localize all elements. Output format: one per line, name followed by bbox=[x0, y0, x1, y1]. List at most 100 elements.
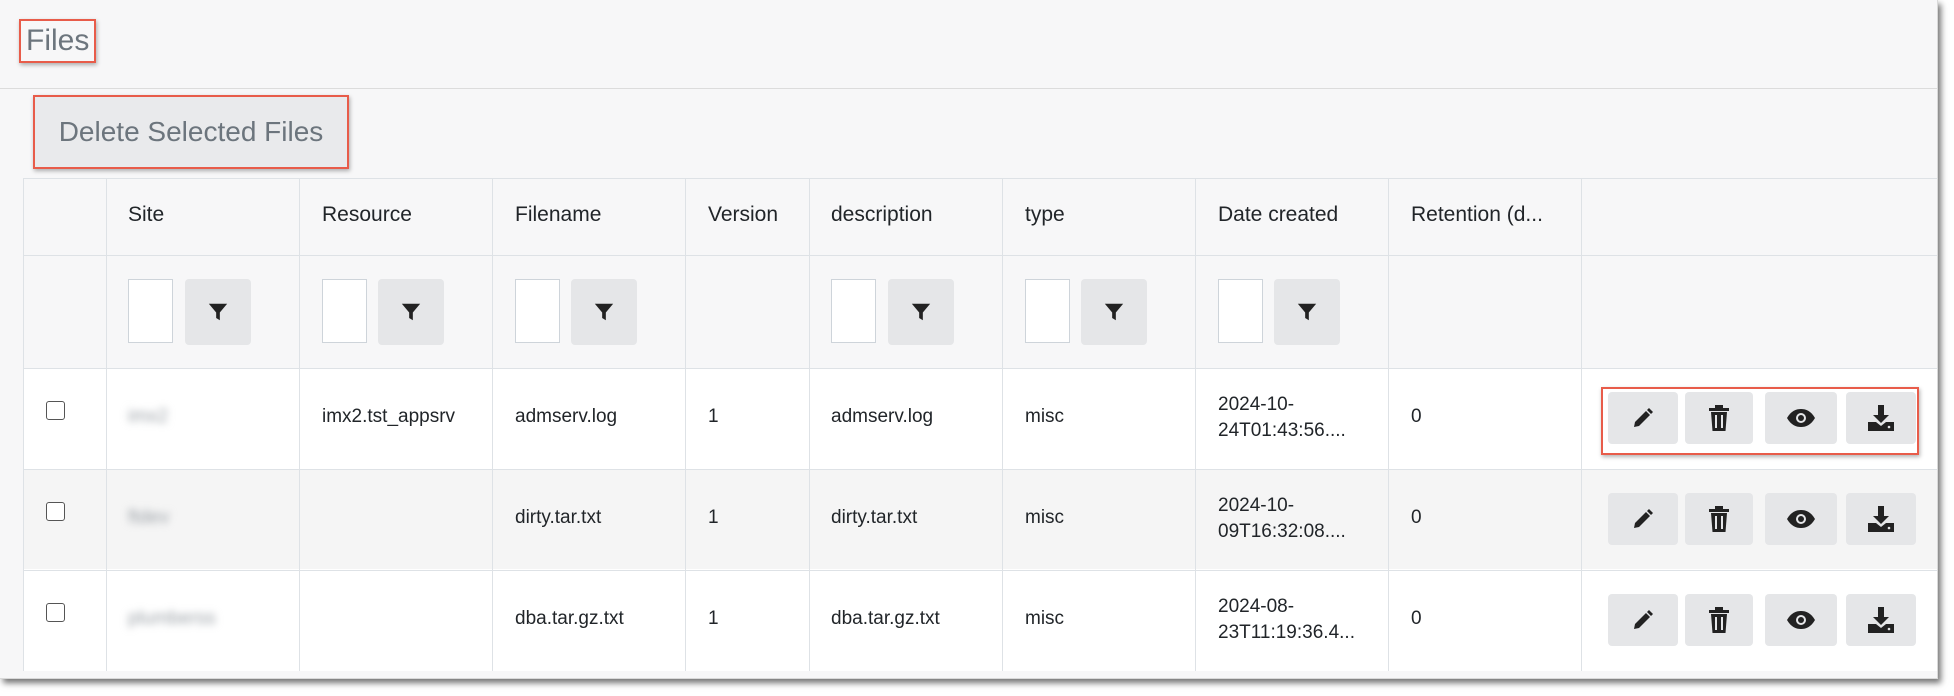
files-table: Site Resource Filename Version descripti… bbox=[23, 178, 1937, 671]
description-filter-input[interactable] bbox=[831, 279, 876, 343]
view-button[interactable] bbox=[1765, 392, 1837, 444]
type-filter-button[interactable] bbox=[1081, 279, 1147, 345]
date-created-cell: 2024-10- 24T01:43:56.... bbox=[1218, 392, 1368, 444]
date-line: 2024-08- bbox=[1218, 596, 1295, 617]
divider bbox=[24, 469, 1937, 470]
row-select-checkbox[interactable] bbox=[46, 603, 65, 622]
description-filter-button[interactable] bbox=[888, 279, 954, 345]
divider bbox=[492, 179, 493, 671]
retention-cell: 0 bbox=[1411, 507, 1422, 528]
divider bbox=[24, 368, 1937, 369]
delete-button[interactable] bbox=[1685, 594, 1753, 646]
resource-filter-button[interactable] bbox=[378, 279, 444, 345]
site-cell: imx2 bbox=[128, 406, 169, 427]
column-header-site[interactable]: Site bbox=[128, 203, 164, 227]
type-filter-input[interactable] bbox=[1025, 279, 1070, 343]
divider bbox=[1002, 179, 1003, 671]
resource-filter-input[interactable] bbox=[322, 279, 367, 343]
download-button[interactable] bbox=[1846, 493, 1916, 545]
site-cell: plumberss bbox=[128, 608, 216, 629]
column-header-description[interactable]: description bbox=[831, 203, 933, 227]
pencil-icon bbox=[1631, 507, 1655, 531]
delete-button[interactable] bbox=[1685, 493, 1753, 545]
divider bbox=[24, 570, 1937, 571]
filename-cell: admserv.log bbox=[515, 406, 618, 427]
pencil-icon bbox=[1631, 608, 1655, 632]
date-created-filter-input[interactable] bbox=[1218, 279, 1263, 343]
page-header: Files bbox=[0, 0, 1937, 89]
date-line: 09T16:32:08.... bbox=[1218, 521, 1346, 542]
row-select-checkbox[interactable] bbox=[46, 401, 65, 420]
download-icon bbox=[1867, 506, 1895, 532]
view-button[interactable] bbox=[1765, 594, 1837, 646]
divider bbox=[24, 255, 1937, 256]
divider bbox=[299, 179, 300, 671]
filename-cell: dirty.tar.txt bbox=[515, 507, 602, 528]
row-select-checkbox[interactable] bbox=[46, 502, 65, 521]
filter-icon bbox=[1103, 301, 1125, 323]
filter-icon bbox=[593, 301, 615, 323]
edit-button[interactable] bbox=[1608, 493, 1678, 545]
edit-button[interactable] bbox=[1608, 594, 1678, 646]
filter-icon bbox=[400, 301, 422, 323]
page-title: Files bbox=[19, 19, 97, 63]
eye-icon bbox=[1786, 509, 1816, 529]
divider bbox=[1388, 179, 1389, 671]
divider bbox=[809, 179, 810, 671]
date-created-filter-button[interactable] bbox=[1274, 279, 1340, 345]
column-header-date-created[interactable]: Date created bbox=[1218, 203, 1338, 227]
type-cell: misc bbox=[1025, 406, 1065, 427]
eye-icon bbox=[1786, 610, 1816, 630]
date-line: 23T11:19:36.4... bbox=[1218, 622, 1355, 643]
download-icon bbox=[1867, 405, 1895, 431]
version-cell: 1 bbox=[708, 608, 719, 629]
date-line: 2024-10- bbox=[1218, 394, 1295, 415]
filename-cell: dba.tar.gz.txt bbox=[515, 608, 624, 629]
filter-icon bbox=[910, 301, 932, 323]
column-header-filename[interactable]: Filename bbox=[515, 203, 601, 227]
column-header-resource[interactable]: Resource bbox=[322, 203, 412, 227]
type-cell: misc bbox=[1025, 507, 1065, 528]
pencil-icon bbox=[1631, 406, 1655, 430]
site-filter-input[interactable] bbox=[128, 279, 173, 343]
filename-filter-input[interactable] bbox=[515, 279, 560, 343]
retention-cell: 0 bbox=[1411, 406, 1422, 427]
column-header-version[interactable]: Version bbox=[708, 203, 778, 227]
site-filter-button[interactable] bbox=[185, 279, 251, 345]
filename-filter-button[interactable] bbox=[571, 279, 637, 345]
description-cell: admserv.log bbox=[831, 406, 934, 427]
view-button[interactable] bbox=[1765, 493, 1837, 545]
trash-icon bbox=[1708, 405, 1730, 431]
date-line: 24T01:43:56.... bbox=[1218, 420, 1346, 441]
description-cell: dirty.tar.txt bbox=[831, 507, 918, 528]
column-header-retention[interactable]: Retention (d... bbox=[1411, 203, 1543, 227]
resource-cell: imx2.tst_appsrv bbox=[322, 406, 456, 427]
table-row: imx2 imx2.tst_appsrv admserv.log 1 admse… bbox=[24, 368, 1937, 468]
retention-cell: 0 bbox=[1411, 608, 1422, 629]
delete-button[interactable] bbox=[1685, 392, 1753, 444]
eye-icon bbox=[1786, 408, 1816, 428]
description-cell: dba.tar.gz.txt bbox=[831, 608, 940, 629]
divider bbox=[1581, 179, 1582, 671]
download-icon bbox=[1867, 607, 1895, 633]
filter-icon bbox=[1296, 301, 1318, 323]
filter-icon bbox=[207, 301, 229, 323]
edit-button[interactable] bbox=[1608, 392, 1678, 444]
table-header-row: Site Resource Filename Version descripti… bbox=[24, 179, 1937, 255]
column-header-type[interactable]: type bbox=[1025, 203, 1065, 227]
date-created-cell: 2024-10- 09T16:32:08.... bbox=[1218, 493, 1368, 545]
divider bbox=[685, 179, 686, 671]
files-panel: Files Delete Selected Files Site Resourc… bbox=[0, 0, 1938, 679]
version-cell: 1 bbox=[708, 406, 719, 427]
version-cell: 1 bbox=[708, 507, 719, 528]
date-created-cell: 2024-08- 23T11:19:36.4... bbox=[1218, 594, 1368, 646]
table-row: ftdev dirty.tar.txt 1 dirty.tar.txt misc… bbox=[24, 469, 1937, 569]
divider bbox=[1195, 179, 1196, 671]
download-button[interactable] bbox=[1846, 594, 1916, 646]
trash-icon bbox=[1708, 607, 1730, 633]
table-filter-row bbox=[24, 255, 1937, 368]
download-button[interactable] bbox=[1846, 392, 1916, 444]
site-cell: ftdev bbox=[128, 507, 170, 528]
delete-selected-files-button[interactable]: Delete Selected Files bbox=[33, 95, 349, 169]
table-row: plumberss dba.tar.gz.txt 1 dba.tar.gz.tx… bbox=[24, 570, 1937, 670]
